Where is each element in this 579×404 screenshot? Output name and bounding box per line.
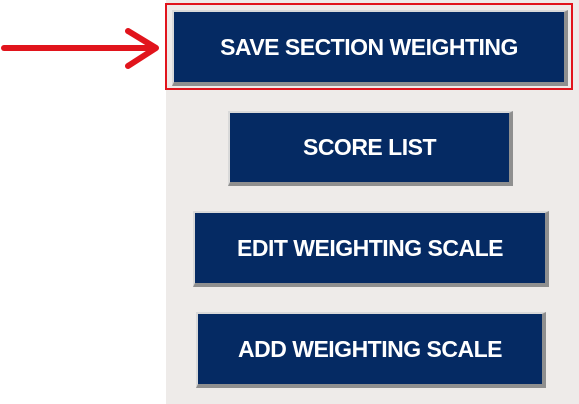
save-section-weighting-button[interactable]: SAVE SECTION WEIGHTING [172, 10, 568, 86]
add-weighting-scale-button[interactable]: ADD WEIGHTING SCALE [196, 312, 546, 388]
edit-weighting-scale-label: EDIT WEIGHTING SCALE [237, 234, 504, 261]
add-weighting-scale-label: ADD WEIGHTING SCALE [238, 335, 502, 362]
arrow-right-icon [1, 28, 159, 69]
save-section-weighting-label: SAVE SECTION WEIGHTING [220, 33, 518, 60]
score-list-label: SCORE LIST [302, 134, 437, 160]
edit-weighting-scale-button[interactable]: EDIT WEIGHTING SCALE [193, 211, 549, 287]
score-list-button[interactable]: SCORE LIST [228, 111, 513, 186]
screenshot-stage: SAVE SECTION WEIGHTING SCORE LIST EDIT W… [0, 0, 579, 404]
